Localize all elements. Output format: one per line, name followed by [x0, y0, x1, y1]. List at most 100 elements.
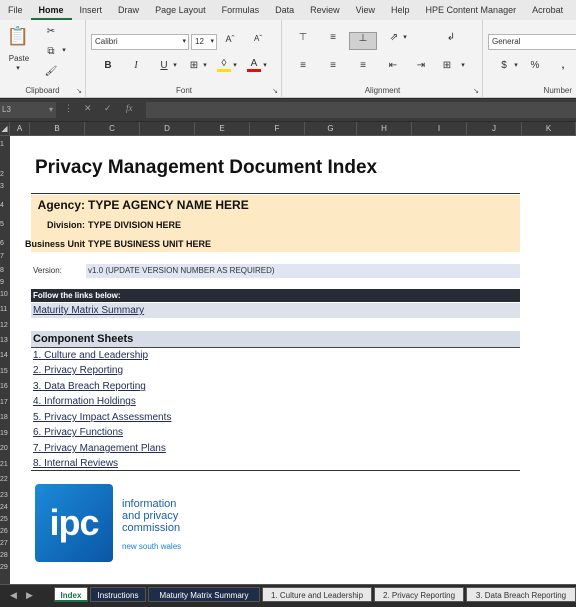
percent-button[interactable]: %: [528, 60, 542, 71]
underline-dropdown-icon[interactable]: ▾: [171, 61, 179, 69]
row-header[interactable]: 18: [0, 414, 10, 421]
row-header[interactable]: 7: [0, 253, 10, 260]
division-value[interactable]: TYPE DIVISION HERE: [88, 220, 181, 230]
row-header[interactable]: 19: [0, 430, 10, 437]
align-middle-icon[interactable]: ≡: [325, 32, 341, 43]
tab-acrobat[interactable]: Acrobat: [524, 0, 571, 20]
tab-data[interactable]: Data: [267, 0, 302, 20]
column-header[interactable]: A: [10, 122, 30, 136]
tab-draw[interactable]: Draw: [110, 0, 147, 20]
decrease-font-icon[interactable]: Aˇ: [251, 34, 265, 43]
font-launcher-icon[interactable]: ↘: [272, 87, 278, 95]
formula-input[interactable]: [146, 102, 576, 118]
copy-dropdown-icon[interactable]: ▾: [60, 46, 68, 54]
component-link[interactable]: 2. Privacy Reporting: [33, 365, 123, 376]
column-header[interactable]: J: [467, 122, 522, 136]
merge-dropdown-icon[interactable]: ▾: [459, 61, 467, 69]
component-link[interactable]: 7. Privacy Management Plans: [33, 443, 166, 454]
increase-font-icon[interactable]: Aˆ: [223, 34, 237, 44]
format-painter-icon[interactable]: 🖌: [44, 66, 58, 77]
row-header[interactable]: 25: [0, 516, 10, 523]
row-header[interactable]: 4: [0, 202, 10, 209]
row-header[interactable]: 20: [0, 445, 10, 452]
align-top-icon[interactable]: ⊤: [295, 32, 311, 43]
more-options-icon[interactable]: ⋮: [64, 103, 73, 114]
component-link[interactable]: 5. Privacy Impact Assessments: [33, 412, 171, 423]
select-all-corner[interactable]: ◢: [0, 122, 10, 136]
column-header[interactable]: E: [195, 122, 250, 136]
tab-insert[interactable]: Insert: [72, 0, 111, 20]
component-link[interactable]: 6. Privacy Functions: [33, 427, 123, 438]
align-left-icon[interactable]: ≡: [295, 60, 311, 71]
tab-formulas[interactable]: Formulas: [214, 0, 268, 20]
name-box[interactable]: L3 ▾: [0, 102, 56, 118]
scroll-left-icon[interactable]: ◀: [10, 590, 17, 601]
underline-button[interactable]: U: [157, 60, 171, 71]
comma-style-icon[interactable]: ,: [558, 60, 568, 71]
column-header[interactable]: D: [140, 122, 195, 136]
row-header[interactable]: 26: [0, 528, 10, 535]
row-header[interactable]: 9: [0, 279, 10, 286]
component-link[interactable]: 1. Culture and Leadership: [33, 350, 148, 361]
component-link[interactable]: 4. Information Holdings: [33, 396, 136, 407]
align-center-icon[interactable]: ≡: [325, 60, 341, 71]
row-header[interactable]: 15: [0, 368, 10, 375]
tab-page-layout[interactable]: Page Layout: [147, 0, 214, 20]
scroll-right-icon[interactable]: ▶: [26, 590, 33, 601]
bold-button[interactable]: B: [101, 60, 115, 71]
tab-hpe-content-manager[interactable]: HPE Content Manager: [418, 0, 525, 20]
row-header[interactable]: 8: [0, 267, 10, 274]
decrease-indent-icon[interactable]: ⇤: [385, 60, 401, 71]
row-header[interactable]: 21: [0, 461, 10, 468]
font-name-combo[interactable]: Calibri ▾: [91, 34, 189, 50]
tab-home[interactable]: Home: [30, 0, 72, 20]
column-header[interactable]: C: [85, 122, 140, 136]
number-format-combo[interactable]: General: [488, 34, 576, 50]
business-unit-value[interactable]: TYPE BUSINESS UNIT HERE: [88, 239, 211, 249]
row-header[interactable]: 5: [0, 221, 10, 228]
wrap-text-icon[interactable]: ↲: [443, 32, 459, 43]
worksheet[interactable]: Privacy Management Document Index Agency…: [10, 136, 576, 584]
row-header[interactable]: 28: [0, 552, 10, 559]
column-header[interactable]: I: [412, 122, 467, 136]
column-header[interactable]: H: [357, 122, 412, 136]
sheet-tab-maturity-matrix[interactable]: Maturity Matrix Summary: [148, 587, 260, 602]
row-header[interactable]: 12: [0, 322, 10, 329]
align-bottom-icon[interactable]: ⊥: [349, 32, 377, 50]
component-link[interactable]: 3. Data Breach Reporting: [33, 381, 146, 392]
fill-color-dropdown-icon[interactable]: ▾: [231, 61, 239, 69]
cut-icon[interactable]: ✂: [44, 26, 58, 37]
increase-indent-icon[interactable]: ⇥: [413, 60, 429, 71]
sheet-tab-culture[interactable]: 1. Culture and Leadership: [262, 587, 372, 602]
tab-file[interactable]: File: [0, 0, 31, 20]
row-header[interactable]: 6: [0, 240, 10, 247]
paste-dropdown-icon[interactable]: ▾: [10, 64, 26, 72]
column-header[interactable]: K: [522, 122, 576, 136]
orientation-icon[interactable]: ⇗: [387, 32, 401, 43]
row-header[interactable]: 27: [0, 540, 10, 547]
row-header[interactable]: 14: [0, 352, 10, 359]
currency-button[interactable]: $: [498, 60, 510, 71]
cancel-icon[interactable]: ✕: [84, 103, 92, 114]
row-header[interactable]: 29: [0, 564, 10, 571]
row-header[interactable]: 24: [0, 504, 10, 511]
copy-icon[interactable]: ⧉: [44, 46, 58, 57]
sheet-tab-index[interactable]: Index: [54, 587, 88, 602]
fill-color-icon[interactable]: ◊: [217, 58, 231, 72]
version-value[interactable]: v1.0 (UPDATE VERSION NUMBER AS REQUIRED): [86, 264, 520, 278]
maturity-matrix-link[interactable]: Maturity Matrix Summary: [31, 303, 520, 318]
row-header[interactable]: 16: [0, 383, 10, 390]
font-size-combo[interactable]: 12 ▾: [191, 34, 217, 50]
enter-icon[interactable]: ✓: [104, 103, 112, 114]
row-header[interactable]: 23: [0, 492, 10, 499]
column-header[interactable]: B: [30, 122, 85, 136]
font-color-dropdown-icon[interactable]: ▾: [261, 61, 269, 69]
agency-value[interactable]: TYPE AGENCY NAME HERE: [88, 198, 249, 212]
column-header[interactable]: G: [305, 122, 357, 136]
row-header[interactable]: 11: [0, 306, 10, 313]
merge-center-icon[interactable]: ⊞: [439, 60, 455, 71]
row-header[interactable]: 1: [0, 141, 10, 148]
sheet-tab-privacy-reporting[interactable]: 2. Privacy Reporting: [374, 587, 464, 602]
font-color-icon[interactable]: A: [247, 58, 261, 72]
row-header[interactable]: 10: [0, 291, 10, 298]
